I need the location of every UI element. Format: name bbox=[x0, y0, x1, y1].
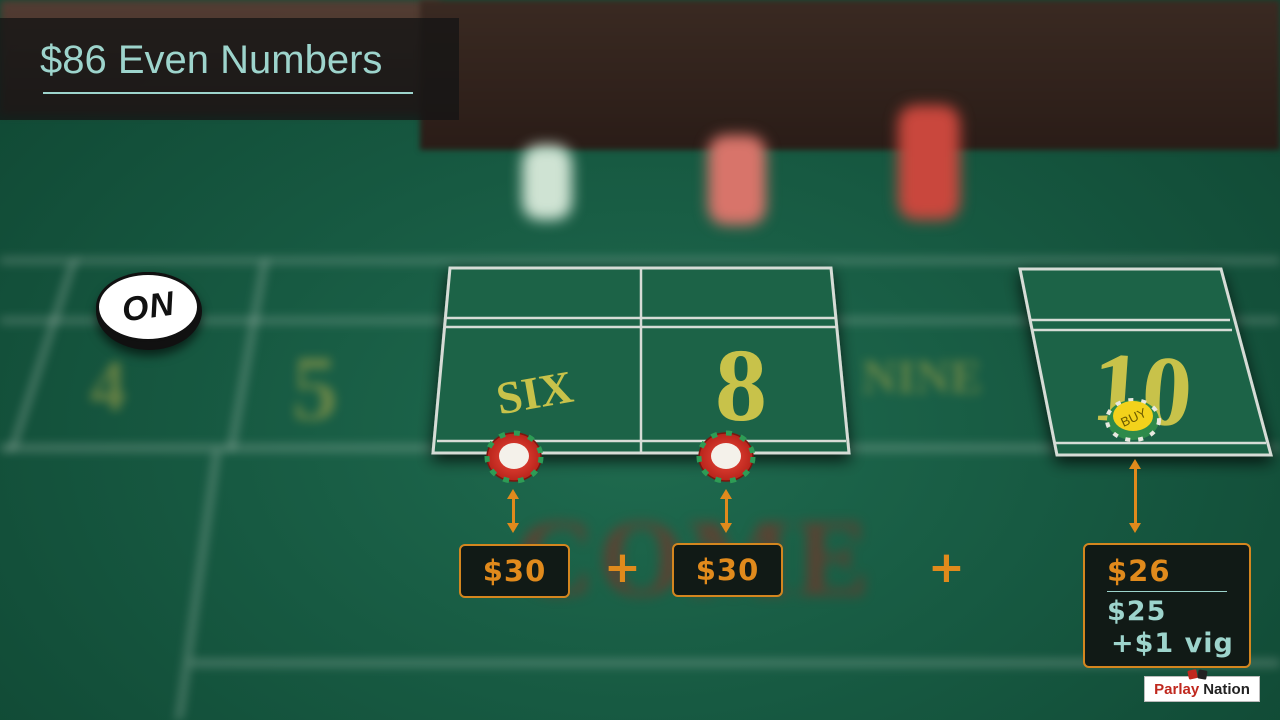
ten-buy-bet-box: $26 $25 +$1 vig bbox=[1083, 543, 1251, 668]
ten-vig-amount: +$1 vig bbox=[1111, 628, 1234, 659]
eight-bet-amount-box: $30 bbox=[672, 543, 783, 597]
on-puck-face: ON bbox=[96, 272, 200, 342]
logo-text-parlay: Parlay bbox=[1154, 680, 1200, 698]
title-underline bbox=[43, 92, 413, 94]
chip-six bbox=[484, 430, 544, 484]
eight-arrow-icon bbox=[720, 489, 732, 533]
on-puck-label: ON bbox=[119, 284, 177, 330]
six-bet-amount: $30 bbox=[482, 554, 547, 588]
ten-amount-divider bbox=[1107, 591, 1227, 592]
craps-table-scene: 4 5 NINE COME SIX bbox=[0, 0, 1280, 720]
parlay-nation-logo: Parlay Nation bbox=[1144, 669, 1260, 702]
dice-icon bbox=[1187, 669, 1208, 680]
eight-label: 8 bbox=[715, 328, 767, 443]
page-title: $86 Even Numbers bbox=[40, 38, 383, 82]
logo-text-nation: Nation bbox=[1203, 680, 1250, 698]
buy-chip: BUY bbox=[1105, 398, 1161, 442]
plus-sign: + bbox=[604, 542, 641, 593]
six-eight-box bbox=[431, 266, 851, 455]
six-bet-amount-box: $30 bbox=[459, 544, 570, 598]
chip-eight bbox=[696, 430, 756, 484]
plus-sign: + bbox=[928, 542, 965, 593]
on-puck: ON bbox=[96, 272, 202, 350]
ten-arrow-icon bbox=[1129, 459, 1141, 533]
ten-bet-amount: $25 bbox=[1107, 596, 1167, 627]
six-arrow-icon bbox=[507, 489, 519, 533]
eight-bet-amount: $30 bbox=[695, 553, 760, 587]
ten-total-amount: $26 bbox=[1107, 554, 1171, 588]
